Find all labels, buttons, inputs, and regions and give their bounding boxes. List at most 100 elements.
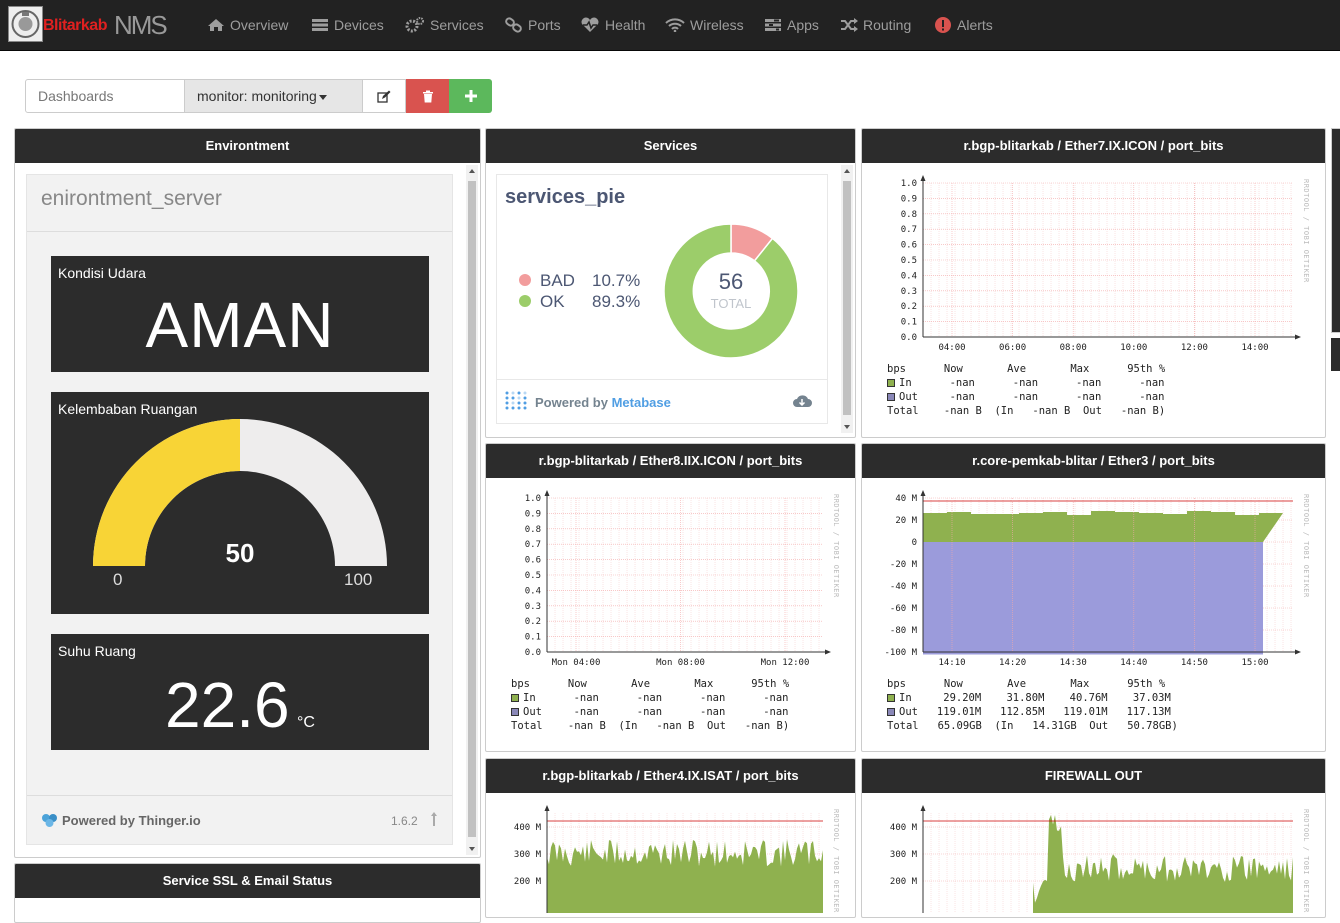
brand-logo[interactable]: Blitarkab NMS	[8, 6, 180, 44]
port-graph-widget: r.bgp-blitarkab / Ether8.IIX.ICON / port…	[485, 443, 856, 752]
environment-scrollbar[interactable]	[466, 165, 478, 855]
nav-overview[interactable]: Overview	[207, 0, 288, 50]
brand-name-grey: NMS	[114, 10, 168, 40]
powered-prefix: Powered by	[535, 395, 612, 410]
legend-header: bps Now Ave Max 95th %	[887, 363, 1166, 375]
widget-title[interactable]: Service SSL & Email Status	[15, 864, 480, 898]
nav-routing[interactable]: Routing	[840, 0, 911, 50]
port-bits-graph[interactable]: 40 M 20 M 0 -20 M -40 M -60 M -80 M -100 M 14:10…	[862, 478, 1326, 678]
legend-out: Out -nan -nan -nan -nan	[899, 391, 1165, 403]
powered-by-thinger[interactable]: Powered by Thinger.io	[62, 813, 201, 828]
legend-out: Out -nan -nan -nan -nan	[523, 706, 789, 718]
metabase-link[interactable]: Metabase	[612, 395, 671, 410]
out-swatch	[887, 393, 895, 401]
gauge-max: 100	[344, 570, 373, 589]
out-swatch	[887, 708, 895, 716]
card-label: Kondisi Udara	[58, 265, 146, 281]
y-tick-label: 0.1	[901, 318, 917, 328]
y-tick-label: 0.6	[901, 241, 917, 251]
port-graph-widget: r.bgp-blitarkab / Ether4.IX.ISAT / port_…	[485, 758, 856, 918]
delete-dashboard-button[interactable]	[406, 79, 449, 113]
dashboard-select-value: monitor: monitoring	[197, 88, 317, 104]
x-tick-label: 08:00	[1060, 343, 1087, 353]
port-bits-graph[interactable]: 400 M 300 M 200 M	[486, 793, 856, 913]
nav-label: Overview	[230, 17, 289, 33]
legend-in: In 29.20M 31.80M 40.76M 37.03M	[899, 692, 1171, 704]
y-tick-label: 200 M	[514, 877, 542, 887]
powered-by-metabase[interactable]: Powered by Metabase	[535, 395, 671, 410]
nav-devices[interactable]: Devices	[311, 0, 384, 50]
x-tick-label: 14:40	[1120, 658, 1147, 668]
bad-legend-label: BAD	[540, 271, 575, 290]
wifi-icon	[665, 18, 685, 32]
nav-alerts[interactable]: Alerts	[934, 0, 993, 50]
x-tick-label: 14:30	[1060, 658, 1087, 668]
port-graph-widget: r.bgp-blitarkab / Ether7.IX.ICON / port_…	[861, 128, 1326, 438]
y-tick-label: -80 M	[890, 626, 918, 636]
cogs-icon	[405, 17, 424, 33]
widget-title[interactable]: r.bgp-blitarkab / Ether7.IX.ICON / port_…	[862, 129, 1325, 163]
nav-label: Apps	[787, 17, 819, 33]
udara-value: AMAN	[145, 289, 335, 361]
y-tick-label: 1.0	[901, 179, 917, 189]
ok-legend-dot	[519, 295, 531, 307]
cloud-download-icon[interactable]	[792, 393, 812, 409]
suhu-value: 22.6	[165, 669, 290, 741]
nav-apps[interactable]: Apps	[764, 0, 819, 50]
x-tick-label: Mon 04:00	[552, 658, 601, 668]
nav-wireless[interactable]: Wireless	[665, 0, 744, 50]
widget-title[interactable]: r.bgp-blitarkab / Ether4.IX.ISAT / port_…	[486, 759, 855, 793]
version-label: 1.6.2	[391, 814, 418, 828]
graph-legend: bps Now Ave Max 95th % In -nan -nan -nan …	[887, 362, 1165, 418]
panel-title: services_pie	[505, 186, 626, 208]
x-tick-label: 14:10	[938, 658, 965, 668]
services-scrollbar[interactable]	[841, 165, 853, 433]
arrow-up-icon[interactable]	[430, 811, 438, 827]
y-tick-label: 1.0	[525, 494, 541, 504]
legend-header: bps Now Ave Max 95th %	[887, 678, 1166, 690]
in-swatch	[511, 694, 519, 702]
rrdtool-watermark: RRDTOOL / TOBI OETIKER	[832, 809, 840, 913]
widget-title[interactable]: FIREWALL OUT	[862, 759, 1325, 793]
rrdtool-watermark: RRDTOOL / TOBI OETIKER	[1302, 809, 1310, 913]
x-tick-label: 04:00	[938, 343, 965, 353]
port-bits-graph[interactable]: 1.0 0.9 0.8 0.7 0.6 0.5 0.4 0.3 0.2 0.1 0.0 04:00 06…	[862, 163, 1326, 363]
y-tick-label: 0	[912, 538, 917, 548]
widget-title[interactable]: r.core-pemkab-blitar / Ether3 / port_bit…	[862, 444, 1325, 478]
edit-dashboard-button[interactable]	[363, 79, 406, 113]
offscreen-widget	[1331, 128, 1340, 333]
add-widget-button[interactable]	[449, 79, 492, 113]
y-tick-label: 0.2	[525, 617, 541, 627]
widget-title[interactable]: r.bgp-blitarkab / Ether8.IIX.ICON / port…	[486, 444, 855, 478]
y-tick-label: 0.4	[901, 271, 917, 281]
nav-label: Services	[430, 17, 484, 33]
environment-widget: Environtment enirontment_server Kondisi …	[14, 128, 481, 858]
firewall-out-graph[interactable]: 400 M 300 M 200 M	[862, 793, 1326, 913]
nav-health[interactable]: Health	[580, 0, 645, 50]
in-area	[923, 815, 1293, 913]
nav-services[interactable]: Services	[405, 0, 484, 50]
y-tick-label: 0.0	[525, 648, 541, 658]
gauge-min: 0	[113, 570, 123, 589]
random-icon	[841, 18, 858, 32]
dashboards-input[interactable]: Dashboards	[25, 79, 185, 113]
nav-ports[interactable]: Ports	[505, 0, 561, 50]
graph-legend: bps Now Ave Max 95th % In 29.20M 31.80M 4…	[887, 677, 1178, 733]
widget-title[interactable]: Services	[486, 129, 855, 163]
nav-label: Ports	[528, 17, 561, 33]
ok-legend-pct: 89.3%	[592, 292, 641, 311]
port-bits-graph[interactable]: 1.0 0.9 0.8 0.7 0.6 0.5 0.4 0.3 0.2 0.1 0.0 Mon 04:…	[486, 478, 856, 678]
in-swatch	[887, 379, 895, 387]
in-area	[923, 511, 1283, 542]
x-tick-label: 15:00	[1241, 658, 1268, 668]
y-tick-label: 300 M	[514, 850, 542, 860]
dashboard-select[interactable]: monitor: monitoring	[185, 79, 363, 113]
bad-legend-pct: 10.7%	[592, 271, 641, 290]
seal-icon	[8, 6, 43, 42]
kelembaban-card: Kelembaban Ruangan 50 0 100	[51, 392, 429, 614]
y-tick-label: -60 M	[890, 604, 918, 614]
card-label: Suhu Ruang	[58, 643, 136, 659]
widget-title[interactable]: Environtment	[15, 129, 480, 163]
top-navbar: Blitarkab NMS Overview Devices Services …	[0, 0, 1340, 51]
graph-legend: bps Now Ave Max 95th % In -nan -nan -nan …	[511, 677, 789, 733]
